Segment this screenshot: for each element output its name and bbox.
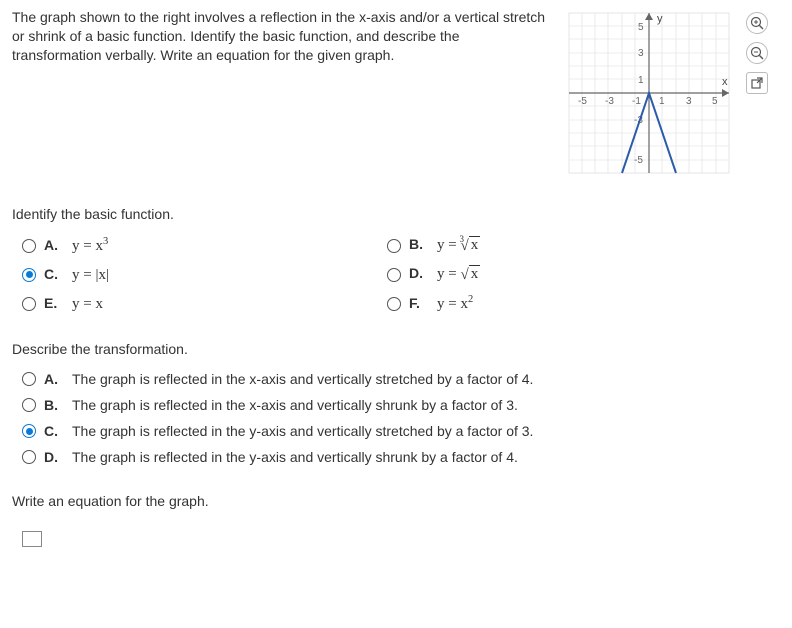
option-1c[interactable]: C. y = |x| bbox=[22, 265, 367, 284]
svg-text:3: 3 bbox=[686, 96, 692, 107]
svg-text:5: 5 bbox=[712, 96, 718, 107]
svg-text:1: 1 bbox=[638, 75, 644, 86]
option-2c[interactable]: C. The graph is reflected in the y-axis … bbox=[22, 423, 780, 439]
option-1e[interactable]: E. y = x bbox=[22, 294, 367, 313]
option-1f[interactable]: F. y = x2 bbox=[387, 294, 732, 313]
transformation-options: A. The graph is reflected in the x-axis … bbox=[12, 371, 780, 465]
open-external-icon[interactable] bbox=[746, 72, 768, 94]
option-1d[interactable]: D. y = √x bbox=[387, 265, 732, 284]
zoom-in-icon[interactable] bbox=[746, 12, 768, 34]
section-2-title: Describe the transformation. bbox=[12, 341, 780, 357]
svg-text:1: 1 bbox=[659, 96, 665, 107]
svg-text:-1: -1 bbox=[632, 96, 641, 107]
equation-input[interactable] bbox=[22, 531, 42, 547]
svg-text:3: 3 bbox=[638, 48, 644, 59]
svg-text:5: 5 bbox=[638, 22, 644, 33]
svg-text:-3: -3 bbox=[605, 96, 614, 107]
zoom-out-icon[interactable] bbox=[746, 42, 768, 64]
section-3-title: Write an equation for the graph. bbox=[12, 493, 780, 509]
option-2a[interactable]: A. The graph is reflected in the x-axis … bbox=[22, 371, 780, 387]
svg-text:-5: -5 bbox=[578, 96, 587, 107]
svg-text:y: y bbox=[657, 13, 663, 25]
option-2b[interactable]: B. The graph is reflected in the x-axis … bbox=[22, 397, 780, 413]
graph-plot: -5-3-1 135 531 -3-5 y x bbox=[564, 8, 734, 178]
svg-text:x: x bbox=[722, 76, 728, 88]
problem-statement: The graph shown to the right involves a … bbox=[12, 8, 552, 65]
option-1a[interactable]: A. y = x3 bbox=[22, 236, 367, 255]
option-2d[interactable]: D. The graph is reflected in the y-axis … bbox=[22, 449, 780, 465]
basic-function-options: A. y = x3 B. y = 3√x C. y = |x| D. y = √… bbox=[12, 236, 732, 313]
section-1-title: Identify the basic function. bbox=[12, 206, 780, 222]
svg-text:-5: -5 bbox=[634, 155, 643, 166]
option-1b[interactable]: B. y = 3√x bbox=[387, 236, 732, 255]
